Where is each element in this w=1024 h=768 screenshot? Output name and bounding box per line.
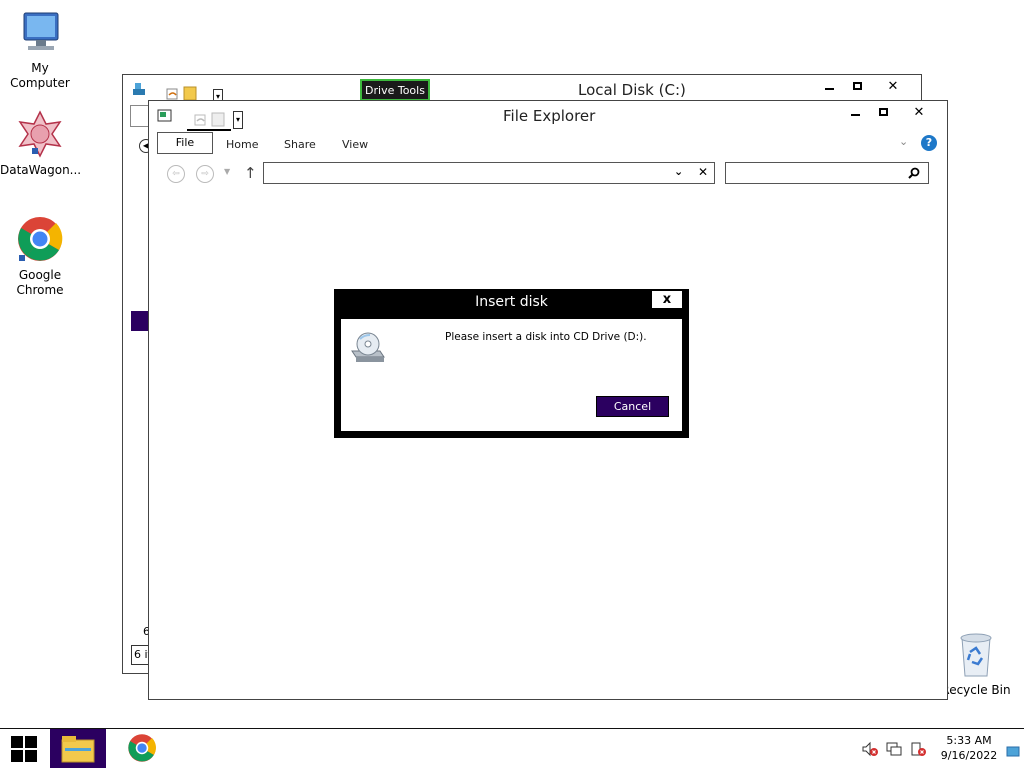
dialog-title: Insert disk — [475, 294, 548, 310]
address-bar[interactable]: ⌄ ✕ — [263, 162, 715, 184]
taskbar-file-explorer[interactable] — [50, 729, 106, 768]
undo-icon[interactable] — [165, 85, 179, 101]
close-icon: ✕ — [887, 79, 899, 94]
taskbar-chrome[interactable] — [116, 729, 168, 768]
start-button[interactable] — [0, 729, 48, 768]
address-dropdown-button[interactable]: ⌄ — [674, 165, 683, 178]
chevron-down-icon: ⌄ — [899, 135, 909, 148]
up-button[interactable]: ↑ — [244, 164, 257, 182]
computer-icon — [23, 12, 59, 50]
show-desktop-icon — [1006, 746, 1020, 757]
taskbar: 5:33 AM 9/16/2022 — [0, 728, 1024, 768]
minimize-button[interactable] — [819, 79, 839, 95]
dropdown-arrow-icon: ▼ — [224, 167, 231, 176]
drive-properties-icon[interactable] — [131, 81, 147, 97]
desktop-icon-label: Recycle Bin — [941, 683, 1011, 697]
tab-file[interactable]: File — [157, 132, 213, 154]
close-button[interactable]: ✕ — [883, 79, 903, 95]
drive-tools-tab[interactable]: Drive Tools — [360, 79, 430, 101]
forward-button[interactable]: ⇨ — [196, 165, 214, 183]
expand-ribbon-button[interactable]: ⌄ — [899, 135, 908, 148]
dialog-message: Please insert a disk into CD Drive (D:). — [445, 331, 647, 343]
clock[interactable]: 5:33 AM 9/16/2022 — [936, 733, 1002, 763]
cancel-button[interactable]: Cancel — [596, 396, 669, 417]
close-icon: x — [662, 292, 672, 307]
tab-view[interactable]: View — [342, 138, 368, 151]
clock-date: 9/16/2022 — [940, 749, 998, 762]
quick-access-box — [187, 109, 231, 131]
desktop-icon-label: My Computer — [10, 61, 70, 90]
desktop-icon-label: Google Chrome — [16, 268, 64, 297]
volume-tray-button[interactable] — [862, 741, 878, 757]
maximize-icon — [878, 108, 888, 116]
properties-icon[interactable] — [193, 111, 207, 127]
maximize-icon — [852, 82, 862, 90]
chrome-icon — [18, 217, 63, 261]
cd-drive-icon — [351, 332, 385, 362]
desktop-icon-label: DataWagon... — [0, 163, 82, 177]
desktop-icon-my-computer[interactable]: My Computer — [0, 10, 80, 91]
minimize-button[interactable] — [845, 105, 865, 121]
network-tray-button[interactable] — [886, 741, 902, 757]
window-title: File Explorer — [503, 107, 596, 125]
desktop-icon-google-chrome[interactable]: Google Chrome — [0, 215, 80, 298]
file-explorer-icon — [61, 736, 95, 763]
forward-arrow-icon: ⇨ — [201, 169, 209, 179]
quick-access-toolbar: ▾ — [129, 81, 223, 105]
tab-home[interactable]: Home — [226, 138, 258, 151]
show-desktop-button[interactable] — [1006, 743, 1020, 757]
close-button[interactable]: ✕ — [909, 105, 929, 121]
tab-share[interactable]: Share — [284, 138, 316, 151]
datawagon-logo-icon — [18, 110, 62, 158]
maximize-button[interactable] — [873, 105, 893, 121]
action-center-tray-button[interactable] — [910, 741, 926, 757]
minimize-icon — [824, 88, 834, 90]
minimize-icon — [850, 114, 860, 116]
windows-logo-icon — [11, 736, 37, 762]
clock-time: 5:33 AM — [946, 734, 992, 747]
help-button[interactable]: ? — [921, 135, 937, 151]
chrome-icon — [128, 734, 156, 762]
desktop-icon-datawagon[interactable]: DataWagon... — [0, 110, 82, 178]
back-button[interactable]: ⇦ — [167, 165, 185, 183]
explorer-window-icon — [157, 109, 172, 122]
help-icon: ? — [925, 136, 933, 149]
network-icon — [886, 742, 902, 756]
search-input[interactable] — [729, 165, 905, 181]
volume-muted-icon — [862, 741, 878, 757]
dialog-close-button[interactable]: x — [651, 290, 683, 309]
search-icon — [908, 167, 920, 179]
clear-address-button[interactable]: ✕ — [698, 165, 708, 179]
desktop-icon-recycle-bin[interactable]: Recycle Bin — [936, 630, 1016, 698]
insert-disk-dialog[interactable]: Insert disk x Please insert a disk into … — [334, 289, 689, 438]
maximize-button[interactable] — [847, 79, 867, 95]
folder-icon[interactable] — [183, 85, 197, 101]
recycle-bin-icon — [960, 633, 992, 677]
close-icon: ✕ — [913, 105, 925, 120]
window-title: Local Disk (C:) — [578, 81, 686, 99]
up-arrow-icon: ↑ — [244, 164, 257, 182]
dialog-body: Please insert a disk into CD Drive (D:).… — [341, 319, 682, 431]
quick-access-dropdown-button[interactable]: ▾ — [233, 111, 243, 129]
back-arrow-icon: ⇦ — [172, 169, 180, 179]
new-folder-icon[interactable] — [211, 111, 225, 127]
tab-file-label: File — [175, 136, 195, 149]
action-center-warning-icon — [911, 742, 926, 756]
search-box[interactable] — [725, 162, 929, 184]
recent-locations-button[interactable]: ▼ — [224, 167, 230, 176]
